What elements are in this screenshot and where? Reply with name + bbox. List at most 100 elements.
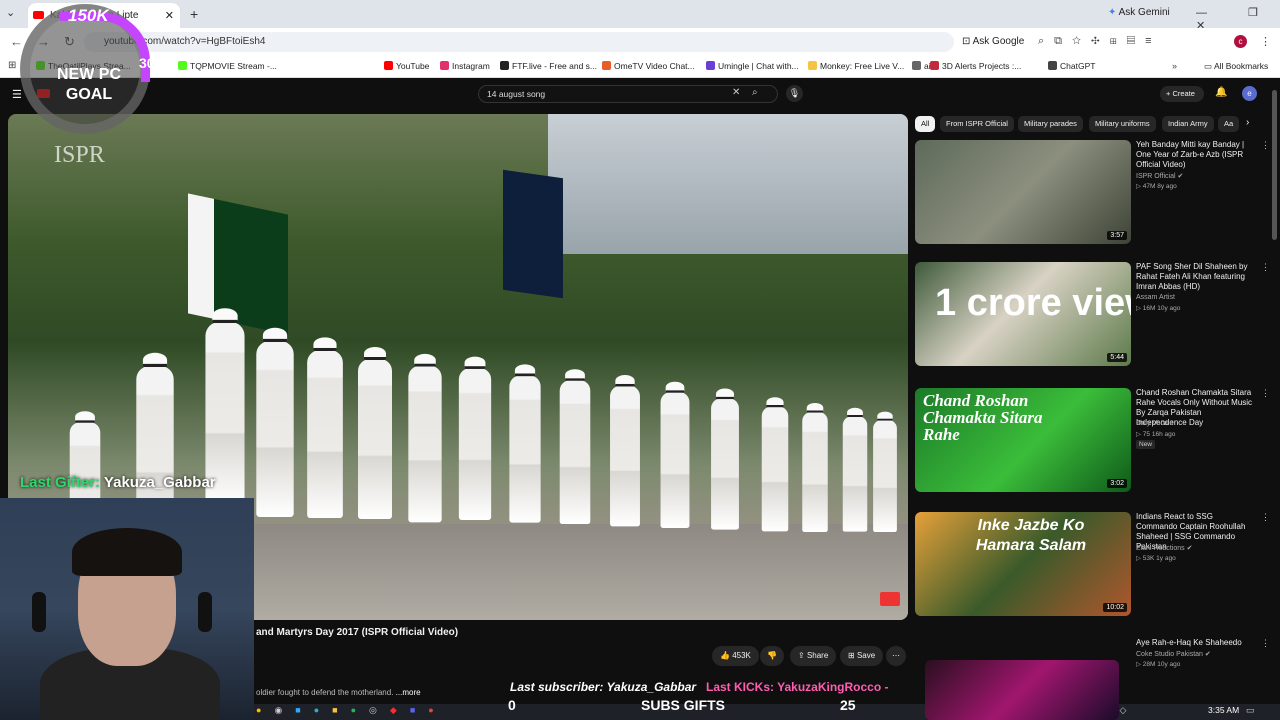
ask-gemini-button[interactable]: ✦ Ask Gemini <box>1108 7 1170 18</box>
subs-gift-count-right: 25 <box>840 697 856 713</box>
streamer-hair <box>72 528 182 576</box>
channel-name[interactable]: Assam Artist <box>1136 294 1175 301</box>
clear-search-icon[interactable]: ✕ <box>732 87 740 98</box>
apps-grid-icon[interactable]: ⊞ <box>8 60 16 71</box>
more-actions-icon[interactable]: ⋯ <box>886 646 906 666</box>
bookmark-label: YouTube <box>396 61 430 71</box>
steam-icon[interactable]: ◎ <box>369 705 390 715</box>
spotify-icon[interactable]: ● <box>351 705 369 715</box>
filter-chip[interactable]: Military uniforms <box>1089 116 1156 132</box>
bookmark-item[interactable]: Umingle | Chat with... <box>706 61 799 71</box>
close-tab-icon[interactable]: ✕ <box>165 9 174 22</box>
card-menu-icon[interactable]: ⋮ <box>1261 140 1270 151</box>
video-thumbnail[interactable]: Inke Jazbe Ko Hamara Salam 10:02 <box>915 512 1131 616</box>
chrome2-icon[interactable]: ● <box>428 705 446 715</box>
bookmark-item[interactable]: FTF.live - Free and s... <box>500 61 597 71</box>
recommendation-card[interactable]: 1 crore views 5:44 PAF Song Sher Dil Shahe… <box>915 262 1275 384</box>
channel-name[interactable]: Coke Studio Pakistan ✔ <box>1136 650 1211 658</box>
save-button[interactable]: ⊞ Save <box>840 646 884 666</box>
chips-next-icon[interactable]: › <box>1246 117 1249 128</box>
bookmark-item[interactable]: OmeTV Video Chat... <box>602 61 695 71</box>
voice-search-mic-icon[interactable]: 🎙 <box>786 85 803 102</box>
dislike-button[interactable]: 👎 <box>760 646 784 666</box>
discord-icon[interactable]: ■ <box>410 705 428 715</box>
recommendation-card[interactable]: Chand Roshan Chamakta Sitara Rahe 3:02 Cha… <box>915 388 1275 510</box>
filter-chip[interactable]: Indian Army <box>1162 116 1214 132</box>
subscribe-watermark-icon[interactable] <box>880 592 900 606</box>
goal-current: 30K <box>139 55 165 71</box>
media-icon[interactable]: ≡ <box>1145 35 1161 47</box>
game-icon[interactable]: ◆ <box>390 705 410 715</box>
recommendation-card[interactable]: Aye Rah-e-Haq Ke Shaheedo Coke Studio Pak… <box>915 638 1275 720</box>
tab-search-chevron-icon[interactable]: ⌄ <box>6 6 15 19</box>
bookmarks-overflow-icon[interactable]: » <box>1172 61 1177 71</box>
video-thumbnail[interactable]: Chand Roshan Chamakta Sitara Rahe 3:02 <box>915 388 1131 492</box>
extension-icon[interactable]: ✣ <box>1091 35 1110 47</box>
photoshop-icon[interactable]: ■ <box>295 705 313 715</box>
bookmark-item[interactable]: ai <box>912 61 931 71</box>
bookmark-item[interactable]: Monkey: Free Live V... <box>808 61 904 71</box>
ask-google-button[interactable]: ⊡ Ask Google <box>962 36 1024 47</box>
notifications-bell-icon[interactable]: 🔔 <box>1215 87 1227 98</box>
recommendation-title[interactable]: Yeh Banday Mitti kay Banday | One Year o… <box>1136 140 1254 170</box>
chrome-icon[interactable]: ● <box>256 705 274 715</box>
zoom-icon[interactable]: ⌕ <box>1038 35 1054 47</box>
obs-icon[interactable]: ◉ <box>274 705 295 715</box>
bookmark-item[interactable]: TQPMOVIE Stream -... <box>178 61 277 71</box>
channel-name[interactable]: ISPR Official ✔ <box>1136 172 1183 180</box>
filter-chip[interactable]: From ISPR Official <box>940 116 1014 132</box>
edge-icon[interactable]: ● <box>314 705 332 715</box>
ask-gemini-label: Ask Gemini <box>1118 7 1170 18</box>
bookmark-label: Instagram <box>452 61 490 71</box>
video-thumbnail[interactable]: 1 crore views 5:44 <box>915 262 1131 366</box>
filter-chip[interactable]: Military parades <box>1018 116 1083 132</box>
folder-icon[interactable]: ■ <box>332 705 350 715</box>
bookmark-favicon-icon <box>500 61 509 70</box>
browser-profile-avatar[interactable]: c <box>1234 35 1247 48</box>
bookmark-favicon-icon <box>706 61 715 70</box>
bookmark-item[interactable]: YouTube <box>384 61 429 71</box>
cast-icon[interactable]: ⧉ <box>1054 35 1072 47</box>
card-menu-icon[interactable]: ⋮ <box>1261 512 1270 523</box>
page-scrollbar[interactable] <box>1272 90 1277 240</box>
video-thumbnail[interactable] <box>925 660 1119 720</box>
like-button[interactable]: 👍 453K <box>712 646 759 666</box>
address-bar-actions[interactable]: ⌕⧉☆✣⊞▤≡ <box>1038 35 1161 48</box>
goal-label: NEW PC GOAL <box>57 66 121 103</box>
puzzle-icon[interactable]: ⊞ <box>1110 35 1127 47</box>
thumbs-up-icon: 👍 <box>720 651 733 660</box>
recommendation-title[interactable]: PAF Song Sher Dil Shaheen by Rahat Fateh… <box>1136 262 1254 292</box>
video-description[interactable]: oldier fought to defend the motherland. … <box>256 688 421 697</box>
recommendation-card[interactable]: 3:57 Yeh Banday Mitti kay Banday | One Ye… <box>915 140 1275 262</box>
card-menu-icon[interactable]: ⋮ <box>1261 262 1270 273</box>
bookmark-favicon-icon <box>440 61 449 70</box>
filter-chip[interactable]: Aa <box>1218 116 1240 132</box>
description-more[interactable]: ...more <box>396 688 421 697</box>
address-bar[interactable]: youtube.com/watch?v=HgBFtoiEsh4 <box>84 32 954 52</box>
channel-name[interactable]: Elani Reactions ✔ <box>1136 544 1192 552</box>
bookmark-star-icon[interactable]: ☆ <box>1072 35 1091 47</box>
all-bookmarks-button[interactable]: ▭ All Bookmarks <box>1204 61 1268 72</box>
youtube-avatar[interactable]: e <box>1242 86 1257 101</box>
recommendation-card[interactable]: Inke Jazbe Ko Hamara Salam 10:02 Indians R… <box>915 512 1275 634</box>
search-icon[interactable]: ⌕ <box>752 87 758 98</box>
card-menu-icon[interactable]: ⋮ <box>1261 388 1270 399</box>
recommendation-title[interactable]: Aye Rah-e-Haq Ke Shaheedo <box>1136 638 1254 648</box>
filter-chip[interactable]: All <box>915 116 936 132</box>
description-text: oldier fought to defend the motherland. <box>256 688 394 697</box>
browser-menu-icon[interactable]: ⋮ <box>1260 35 1271 48</box>
view-count-age: ▷ 28M 10y ago <box>1136 661 1181 668</box>
taskbar-apps[interactable]: ●◉■●■●◎◆■● <box>256 705 447 716</box>
bookmark-item[interactable]: ChatGPT <box>1048 61 1095 71</box>
bookmark-item[interactable]: Instagram <box>440 61 490 71</box>
sidepanel-icon[interactable]: ▤ <box>1127 35 1145 47</box>
create-button[interactable]: + Create <box>1160 86 1204 102</box>
video-thumbnail[interactable]: 3:57 <box>915 140 1131 244</box>
card-menu-icon[interactable]: ⋮ <box>1261 638 1270 649</box>
last-kicks-overlay: Last KICKs: YakuzaKingRocco - <box>706 680 889 694</box>
share-button[interactable]: ⇪ Share <box>790 646 837 666</box>
menu-hamburger-icon[interactable]: ☰ <box>12 88 22 101</box>
new-tab-button[interactable]: + <box>190 6 198 22</box>
channel-name[interactable]: Only Vocals <box>1136 420 1173 427</box>
bookmark-item[interactable]: 3D Alerts Projects :... <box>930 61 1021 71</box>
